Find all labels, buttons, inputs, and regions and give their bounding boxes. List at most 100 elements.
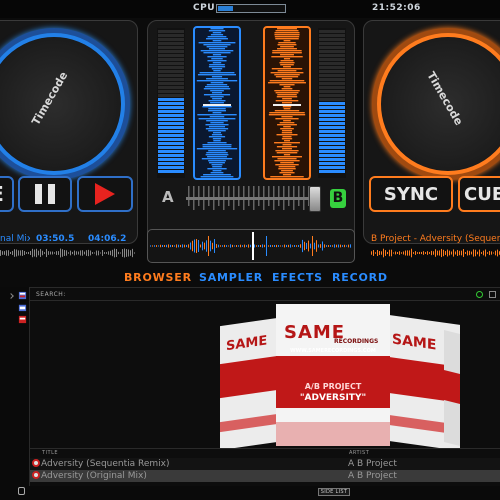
waveform-bar (274, 160, 300, 162)
mini-waveform-bar (399, 251, 400, 255)
mini-waveform-bar (116, 249, 117, 257)
tab-browser[interactable]: BROWSER (124, 271, 192, 284)
mini-waveform-bar (397, 252, 398, 254)
mini-waveform-bar (78, 251, 79, 255)
vu-segment (158, 90, 184, 93)
vu-segment (158, 82, 184, 85)
overview-bar (222, 245, 223, 247)
mini-waveform-bar (457, 250, 458, 256)
search-input[interactable] (66, 290, 466, 299)
vu-segment (319, 38, 345, 41)
mini-waveform-bar (403, 251, 404, 255)
overview-bar (174, 245, 175, 247)
deck-a-pause-button[interactable] (18, 176, 72, 212)
history-icon[interactable] (18, 315, 27, 324)
waveform-bar (282, 106, 292, 108)
overview-bar (294, 245, 295, 247)
mini-waveform-bar (4, 251, 5, 255)
waveform-bar (203, 94, 231, 96)
vu-segment (319, 166, 345, 169)
crossfader-track[interactable] (186, 197, 321, 200)
waveform-bar (283, 40, 291, 42)
deck-a-play-button[interactable] (77, 176, 133, 212)
waveform-bar (212, 112, 222, 114)
mini-waveform-bar (415, 251, 416, 255)
mini-waveform-bar (6, 250, 7, 256)
overview-bar (336, 244, 337, 248)
track-overview-waveform[interactable] (147, 229, 355, 263)
vu-segment (319, 58, 345, 61)
vu-segment (319, 142, 345, 145)
play-icon (95, 183, 115, 205)
deck-a-mini-waveform[interactable] (0, 247, 136, 259)
side-list-button[interactable]: SIDE LIST (318, 488, 350, 496)
overview-bar (242, 245, 243, 247)
lock-icon[interactable] (18, 487, 25, 495)
deck-b-mini-waveform[interactable] (371, 247, 500, 259)
window-toggle-icon[interactable] (489, 291, 496, 298)
folder-icon[interactable] (18, 303, 27, 312)
cover-far-right[interactable] (444, 330, 460, 446)
playlist-icon[interactable] (18, 291, 27, 300)
collapse-arrow-icon[interactable] (8, 293, 14, 299)
overview-bar (260, 244, 261, 248)
mini-waveform-bar (40, 249, 41, 257)
mini-waveform-bar (455, 251, 456, 255)
deck-b-cue-button[interactable]: CUE (458, 176, 500, 212)
tab-efects[interactable]: EFECTS (272, 271, 323, 284)
overview-bar (200, 244, 201, 248)
deck-b-waveform[interactable] (263, 26, 311, 180)
mini-waveform-bar (126, 249, 127, 257)
cover-left[interactable]: SAME (220, 317, 278, 448)
waveform-bar (207, 60, 227, 62)
mini-waveform-bar (10, 252, 11, 254)
track-title: Adversity (Original Mix) (41, 471, 147, 481)
waveform-bar (198, 42, 236, 44)
deck-a-waveform[interactable] (193, 26, 241, 180)
mini-waveform-bar (50, 251, 51, 255)
deck-a-vu-meter (157, 28, 185, 178)
column-artist[interactable]: ARTIST (349, 450, 369, 456)
waveform-bar (276, 134, 298, 136)
vu-segment (319, 126, 345, 129)
waveform-bar (283, 154, 291, 156)
cover-logo-sub: RECORDINGS (334, 338, 379, 345)
mini-waveform-bar (411, 248, 412, 258)
overview-bar (316, 240, 317, 252)
mini-waveform-bar (377, 249, 378, 257)
table-row[interactable]: Adversity (Sequentia Remix) A B Project (30, 458, 500, 470)
overview-bar (190, 242, 191, 250)
waveform-bar (205, 86, 229, 88)
tab-sampler[interactable]: SAMPLER (199, 271, 263, 284)
waveform-bar (268, 82, 306, 84)
waveform-bar (196, 148, 238, 150)
overview-bar (312, 236, 313, 256)
deck-a-cue-button[interactable]: E (0, 176, 14, 212)
waveform-bar (275, 164, 299, 166)
table-row[interactable]: Adversity (Original Mix) A B Project (30, 470, 500, 482)
column-title[interactable]: TITLE (42, 450, 58, 456)
crossfader-handle[interactable] (309, 186, 321, 212)
waveform-bar (206, 152, 228, 154)
mini-waveform-bar (417, 252, 418, 254)
overview-bar (276, 244, 277, 248)
cover-reflection (276, 422, 390, 446)
cover-center[interactable]: SAME RECORDINGS WWW.SAMERECORDINGS.COM A… (276, 304, 390, 446)
waveform-bar (205, 128, 229, 130)
mini-waveform-bar (441, 248, 442, 258)
vu-segment (319, 54, 345, 57)
deck-b-sync-button[interactable]: SYNC (369, 176, 453, 212)
overview-bar (162, 244, 163, 248)
search-label: SEARCH: (36, 291, 66, 298)
waveform-bar (199, 72, 235, 74)
search-options-icon[interactable] (476, 291, 483, 298)
mini-waveform-bar (389, 249, 390, 257)
overview-bar (310, 243, 311, 249)
overview-bar (180, 244, 181, 248)
waveform-bar (275, 118, 299, 120)
overview-bar (198, 240, 199, 252)
cover-flow[interactable]: SAME SAME SAME RECORDINGS WWW.SAMERECORD… (30, 302, 500, 448)
tab-record[interactable]: RECORD (332, 271, 388, 284)
mini-waveform-bar (30, 250, 31, 256)
vu-segment (319, 82, 345, 85)
